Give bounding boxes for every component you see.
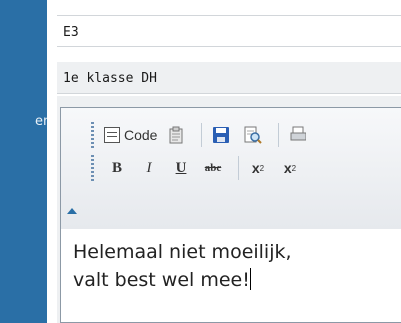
preview-button[interactable] [240,122,266,148]
field-row-code[interactable]: E3 [57,15,401,47]
field-value: 1e klasse DH [63,71,157,86]
toolbar-row-2: B I U abc x2 x2 [91,151,309,185]
left-sidebar [0,0,47,323]
toolbar-separator [238,156,239,180]
toolbar-row-1: Code [91,118,317,152]
bold-button[interactable]: B [104,155,130,181]
editor-content[interactable]: Helemaal niet moeilijk, valt best wel me… [73,238,401,294]
content-line: valt best wel mee! [73,269,250,291]
superscript-mark: 2 [291,163,297,173]
floppy-disk-icon [213,127,230,143]
editor-toolbar: Code B I U abc x 2 x 2 [61,108,401,229]
italic-button[interactable]: I [136,155,162,181]
superscript-button[interactable]: x2 [277,155,303,181]
document-magnifier-icon [244,126,263,144]
toolbar-separator [201,123,203,147]
field-value: E3 [63,25,79,40]
paste-button[interactable] [163,122,189,148]
superscript-label: x [283,160,292,176]
print-button[interactable] [285,122,311,148]
underline-button[interactable]: U [168,155,194,181]
clipboard-icon [169,126,183,144]
subscript-mark: 2 [259,163,265,173]
content-line-with-caret: valt best wel mee! [73,266,401,294]
code-button[interactable]: Code [104,122,157,148]
field-row-class[interactable]: 1e klasse DH [57,62,401,94]
toolbar-collapse-icon[interactable] [67,208,77,214]
content-line: Helemaal niet moeilijk, [73,241,292,263]
gutter [47,0,57,323]
text-caret [249,268,251,290]
subscript-button[interactable]: x2 [245,155,271,181]
subscript-label: x [251,160,260,176]
toolbar-separator [278,123,280,147]
code-button-label: Code [124,127,158,143]
strikethrough-button[interactable]: abc [200,155,226,181]
toolbar-grip-icon[interactable] [91,155,94,181]
printer-icon [290,126,307,141]
save-button[interactable] [208,122,234,148]
code-icon [104,127,120,143]
toolbar-grip-icon[interactable] [91,122,94,148]
rich-text-editor[interactable]: Code B I U abc x 2 x 2 Helemaal niet moe… [60,107,401,323]
